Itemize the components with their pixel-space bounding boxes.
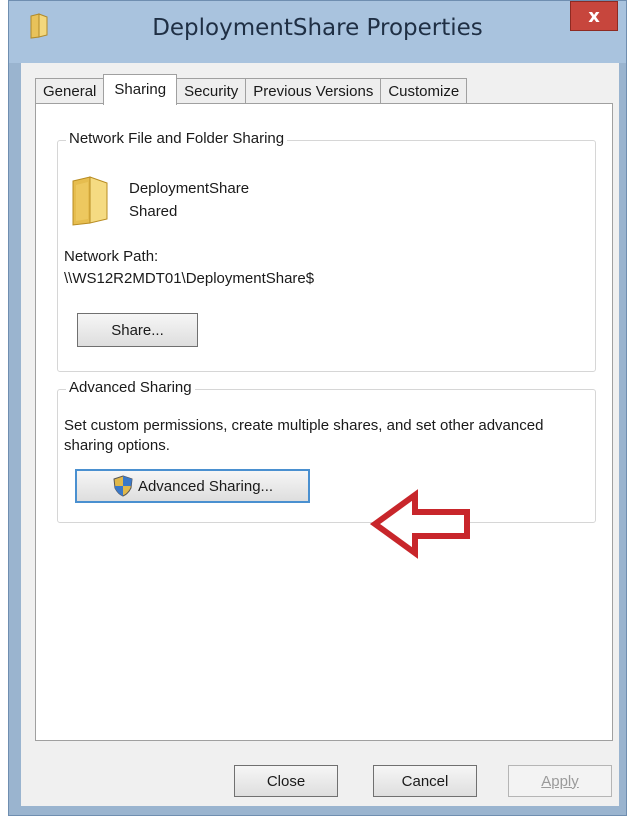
- dialog-client-area: General Sharing Security Previous Versio…: [21, 63, 619, 806]
- close-window-button[interactable]: x: [570, 1, 618, 31]
- red-arrow-annotation: [369, 489, 470, 559]
- sharing-tab-panel: Network File and Folder Sharing Deployme…: [35, 103, 613, 741]
- share-button[interactable]: Share...: [77, 313, 198, 347]
- share-status: Shared: [129, 203, 178, 220]
- network-path-value: \\WS12R2MDT01\DeploymentShare$: [64, 270, 315, 287]
- window-title: DeploymentShare Properties: [152, 15, 483, 41]
- tab-sharing[interactable]: Sharing: [103, 74, 178, 105]
- tab-security[interactable]: Security: [176, 78, 247, 104]
- network-sharing-group-label: Network File and Folder Sharing: [66, 130, 288, 147]
- share-name: DeploymentShare: [129, 180, 250, 197]
- close-button-label: Close: [266, 772, 306, 790]
- uac-shield-icon: [113, 475, 133, 497]
- advanced-sharing-button-label: Advanced Sharing...: [137, 477, 274, 495]
- advanced-sharing-group: Advanced Sharing Set custom permissions,…: [57, 379, 596, 523]
- properties-window: DeploymentShare Properties x General Sha…: [8, 0, 627, 816]
- close-button[interactable]: Close: [234, 765, 338, 797]
- tab-customize[interactable]: Customize: [380, 78, 468, 104]
- tab-previous-versions[interactable]: Previous Versions: [245, 78, 382, 104]
- cancel-button-label: Cancel: [401, 772, 449, 790]
- advanced-sharing-group-label: Advanced Sharing: [66, 379, 195, 396]
- apply-button[interactable]: Apply: [508, 765, 612, 797]
- folder-icon: [72, 176, 108, 226]
- tab-strip: General Sharing Security Previous Versio…: [35, 74, 468, 105]
- network-path-label: Network Path:: [64, 248, 159, 265]
- share-button-label: Share...: [111, 321, 164, 339]
- tab-general[interactable]: General: [35, 78, 105, 104]
- apply-button-label: Apply: [541, 772, 579, 790]
- title-bar[interactable]: DeploymentShare Properties x: [9, 1, 626, 63]
- cancel-button[interactable]: Cancel: [373, 765, 477, 797]
- close-icon: x: [588, 5, 600, 27]
- advanced-sharing-description: Set custom permissions, create multiple …: [64, 417, 544, 454]
- network-sharing-group: Network File and Folder Sharing Deployme…: [57, 130, 596, 372]
- advanced-sharing-button[interactable]: Advanced Sharing...: [75, 469, 310, 503]
